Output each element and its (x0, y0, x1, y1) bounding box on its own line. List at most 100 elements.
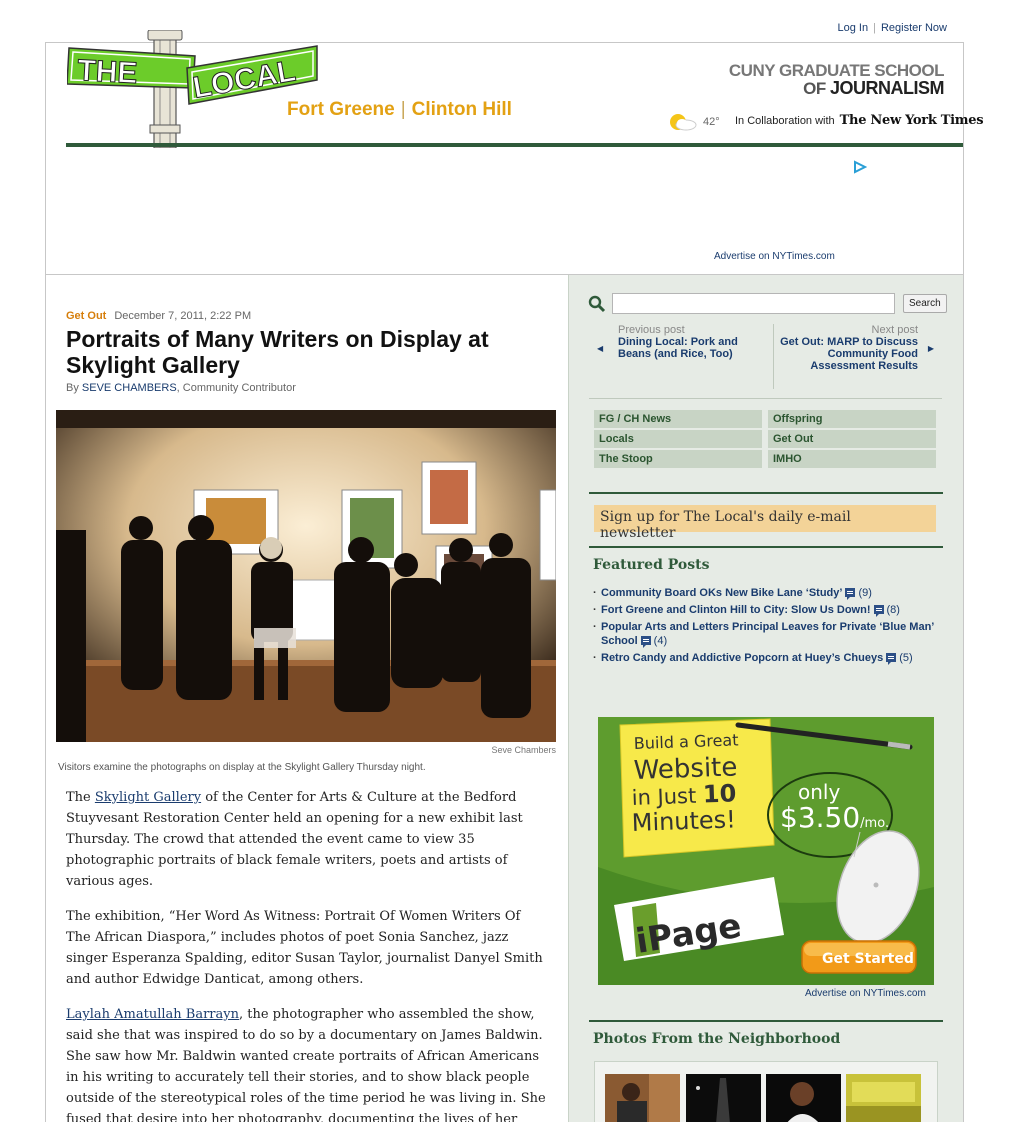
paragraph-3: Laylah Amatullah Barrayn, the photograph… (66, 1004, 546, 1122)
note-line1: Build a Great (633, 730, 738, 753)
cuny-line2-prefix: OF (803, 79, 830, 98)
category-fg-ch-news[interactable]: FG / CH News (594, 410, 762, 428)
category-get-out[interactable]: Get Out (768, 430, 936, 448)
logo-word-local: LOCAL (190, 54, 297, 104)
location-separator: | (400, 99, 406, 120)
next-post[interactable]: ▶ Next post Get Out: MARP to Discuss Com… (773, 324, 943, 389)
newsletter-signup[interactable]: Sign up for The Local's daily e-mail new… (594, 505, 936, 541)
postnav-divider (589, 398, 942, 399)
sticky-note: Build a Great Website in Just 10 Minutes… (619, 718, 775, 858)
featured-title[interactable]: Community Board OKs New Bike Lane ‘Study… (601, 587, 842, 599)
next-label: Next post (871, 324, 918, 336)
note-line3-num: 10 (702, 779, 736, 808)
article-photo (56, 410, 556, 742)
neighborhood-thumbnail[interactable] (766, 1074, 841, 1122)
advertise-link-top[interactable]: Advertise on NYTimes.com (714, 251, 835, 262)
price-value: $3.50 (780, 801, 860, 834)
article-date: December 7, 2011, 2:22 PM (114, 310, 252, 322)
chevron-left-icon: ◀ (597, 344, 604, 353)
login-link[interactable]: Log In (838, 22, 869, 34)
paragraph-1: The Skylight Gallery of the Center for A… (66, 787, 546, 892)
the-local-logo[interactable]: THE LOCAL (67, 30, 319, 148)
author-role: , Community Contributor (176, 382, 296, 394)
sign-left: THE (67, 47, 196, 91)
comment-icon (886, 653, 897, 665)
location-fort-greene[interactable]: Fort Greene (287, 99, 395, 120)
section-rule (589, 546, 943, 548)
get-started-button[interactable]: Get Started (801, 940, 917, 974)
featured-posts-list: Community Board OKs New Bike Lane ‘Study… (593, 586, 938, 668)
category-locals[interactable]: Locals (594, 430, 762, 448)
photographer-link[interactable]: Laylah Amatullah Barrayn (66, 1007, 239, 1022)
post-navigation: ◀ Previous post Dining Local: Pork and B… (593, 324, 943, 394)
ipage-banner-ad[interactable]: Build a Great Website in Just 10 Minutes… (598, 717, 934, 985)
category-the-stoop[interactable]: The Stoop (594, 450, 762, 468)
list-item[interactable]: Community Board OKs New Bike Lane ‘Study… (593, 586, 938, 600)
photos-section-title: Photos From the Neighborhood (593, 1031, 841, 1047)
comment-count[interactable]: (5) (899, 652, 912, 664)
neighborhood-title: Fort Greene | Clinton Hill (287, 99, 512, 121)
search-icon (588, 295, 606, 312)
category-offspring[interactable]: Offspring (768, 410, 936, 428)
section-rule (589, 492, 943, 494)
sign-right: LOCAL (186, 45, 318, 105)
p3-after: , the photographer who assembled the sho… (66, 1007, 546, 1122)
byline-prefix: By (66, 382, 82, 394)
list-item[interactable]: Fort Greene and Clinton Hill to City: Sl… (593, 603, 938, 617)
neighborhood-thumbnail[interactable] (846, 1074, 921, 1122)
featured-title[interactable]: Retro Candy and Addictive Popcorn at Hue… (601, 652, 883, 664)
section-rule (589, 1020, 943, 1022)
featured-title[interactable]: Popular Arts and Letters Principal Leave… (601, 621, 934, 647)
previous-post[interactable]: ◀ Previous post Dining Local: Pork and B… (593, 324, 763, 360)
comment-icon (845, 588, 856, 600)
neighborhood-thumbnail[interactable] (686, 1074, 761, 1122)
neighborhood-thumbnail[interactable] (605, 1074, 680, 1122)
skylight-gallery-link[interactable]: Skylight Gallery (95, 790, 201, 805)
nyt-logo[interactable]: The New York Times (840, 113, 984, 128)
category-imho[interactable]: IMHO (768, 450, 936, 468)
link-separator: | (873, 22, 876, 34)
list-item[interactable]: Popular Arts and Letters Principal Leave… (593, 620, 938, 648)
paragraph-2: The exhibition, “Her Word As Witness: Po… (66, 909, 543, 987)
article-category[interactable]: Get Out (66, 310, 106, 322)
category-grid: FG / CH News Offspring Locals Get Out Th… (594, 410, 936, 468)
featured-title[interactable]: Fort Greene and Clinton Hill to City: Sl… (601, 604, 871, 616)
collaboration-note: In Collaboration with The New York Times (735, 113, 984, 128)
article-body: The Skylight Gallery of the Center for A… (66, 787, 546, 1122)
partly-cloudy-icon (670, 114, 697, 131)
weather-widget[interactable]: 42° (667, 112, 720, 132)
logo-word-the: THE (77, 54, 139, 90)
location-clinton-hill[interactable]: Clinton Hill (412, 99, 512, 120)
search-bar: Search (588, 293, 947, 314)
collab-text: In Collaboration with (735, 114, 835, 127)
p1-before: The (66, 790, 95, 805)
comment-icon (640, 636, 651, 648)
next-title[interactable]: Get Out: MARP to Discuss Community Food … (774, 336, 918, 372)
cuny-logo[interactable]: CUNY GRADUATE SCHOOL OF JOURNALISM (728, 61, 945, 98)
comment-count[interactable]: (9) (858, 587, 871, 599)
prev-label: Previous post (618, 324, 685, 336)
advertise-link-side[interactable]: Advertise on NYTimes.com (805, 988, 926, 999)
comment-count[interactable]: (8) (887, 604, 900, 616)
comment-icon (873, 605, 884, 617)
cuny-line1: CUNY GRADUATE SCHOOL (728, 61, 945, 80)
chevron-right-icon: ▶ (927, 344, 934, 353)
photo-caption: Visitors examine the photographs on disp… (58, 762, 426, 773)
search-input[interactable] (612, 293, 895, 314)
cta-label: Get Started (822, 951, 914, 967)
list-item[interactable]: Retro Candy and Addictive Popcorn at Hue… (593, 651, 938, 665)
featured-posts-title: Featured Posts (593, 557, 710, 573)
adchoices-icon[interactable] (853, 160, 867, 174)
comment-count[interactable]: (4) (654, 635, 667, 647)
search-button[interactable]: Search (903, 294, 947, 313)
byline: By SEVE CHAMBERS, Community Contributor (66, 382, 296, 394)
weather-temp: 42° (703, 116, 720, 128)
article-title: Portraits of Many Writers on Display at … (66, 326, 489, 378)
author-link[interactable]: SEVE CHAMBERS (82, 382, 177, 394)
cuny-line2: OF JOURNALISM (729, 79, 944, 98)
cuny-line2-bold: JOURNALISM (829, 78, 945, 98)
article-meta: Get Out December 7, 2011, 2:22 PM (66, 310, 251, 322)
register-link[interactable]: Register Now (881, 22, 947, 34)
prev-title[interactable]: Dining Local: Pork and Beans (and Rice, … (618, 336, 763, 360)
price-unit: /mo. (860, 816, 889, 831)
